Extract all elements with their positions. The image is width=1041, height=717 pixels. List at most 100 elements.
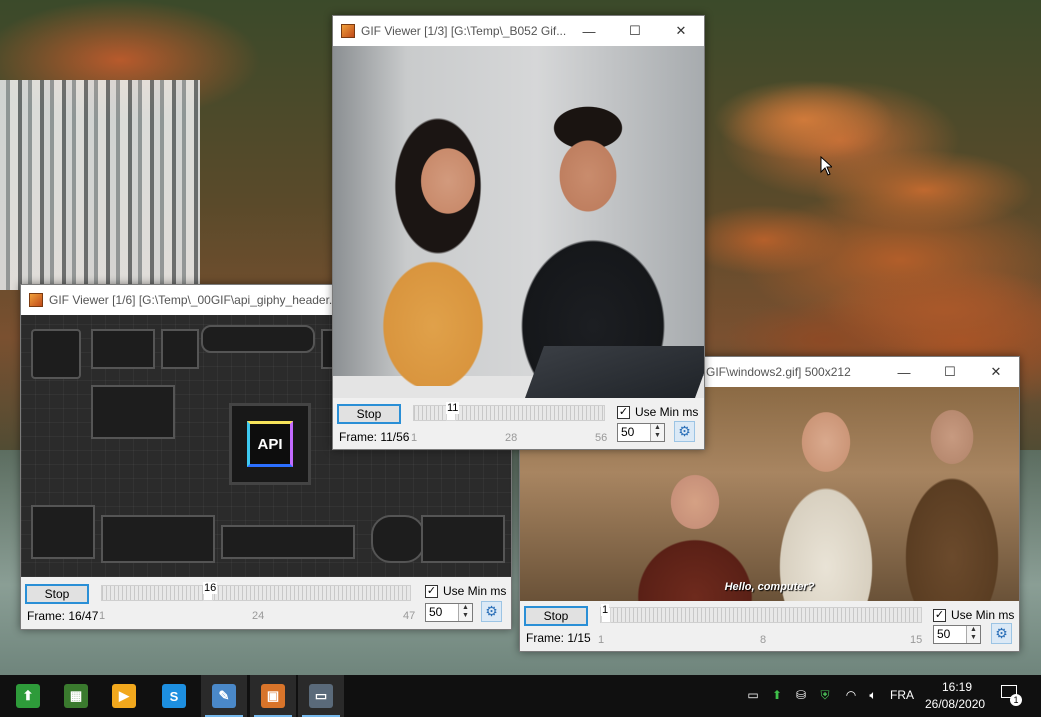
settings-gear-button[interactable]: ⚙: [481, 601, 502, 622]
mouse-cursor-icon: [820, 156, 832, 176]
notification-center-button[interactable]: 1: [1000, 684, 1022, 706]
slider-tick-max: 56: [595, 432, 608, 444]
upload-tray-icon[interactable]: ⬆: [768, 686, 786, 704]
min-ms-value: 50: [429, 605, 443, 619]
control-panel: Stop Frame: 16/47 16 1 24 47 ✓ Use Min m…: [21, 577, 511, 629]
min-ms-input[interactable]: 50 ▲ ▼: [933, 625, 981, 644]
gif-person: [483, 66, 703, 386]
taskbar-gif-viewer-app[interactable]: ▣: [250, 675, 296, 717]
taskbar-media-player-app[interactable]: ▶: [101, 675, 147, 717]
slider-tick-max: 47: [403, 610, 416, 622]
api-logo: API: [247, 421, 293, 467]
use-min-ms-checkbox[interactable]: ✓ Use Min ms: [933, 608, 1014, 622]
title-bar[interactable]: GIF Viewer [1/3] [G:\Temp\_B052 Gif... —…: [333, 16, 704, 46]
api-chip: API: [229, 403, 311, 485]
volume-tray-icon[interactable]: 🔈︎: [864, 686, 882, 704]
taskbar: ⬆ ▦ ▶ S ✎ ▣ ▭: [0, 675, 1041, 717]
grid-app-icon: ▦: [64, 684, 88, 708]
checkbox-box[interactable]: ✓: [425, 584, 438, 598]
slider-tick-min: 1: [99, 610, 106, 622]
settings-gear-button[interactable]: ⚙: [674, 421, 695, 442]
min-ms-input[interactable]: 50 ▲ ▼: [617, 423, 665, 442]
maximize-icon[interactable]: ☐: [612, 16, 658, 46]
slider-value: 11: [446, 402, 460, 414]
min-ms-value: 50: [621, 425, 635, 439]
checkbox-box[interactable]: ✓: [933, 608, 946, 622]
media-player-app-icon: ▶: [112, 684, 136, 708]
stop-button[interactable]: Stop: [524, 606, 588, 626]
window-title: GIF Viewer [1/3] [G:\Temp\_B052 Gif...: [361, 24, 566, 38]
gif-person: [615, 457, 765, 601]
wallpaper-waterfall: [0, 80, 200, 290]
maximize-icon[interactable]: ☐: [927, 357, 973, 387]
slider-value: 1: [601, 604, 610, 616]
minimize-icon[interactable]: —: [566, 16, 612, 46]
shield-tray-icon[interactable]: ⛨: [816, 686, 834, 704]
language-indicator[interactable]: FRA: [890, 688, 914, 702]
slider-tick-min: 1: [598, 634, 605, 646]
frame-slider[interactable]: 16: [101, 582, 411, 601]
circuit-chip: [421, 515, 505, 563]
settings-gear-button[interactable]: ⚙: [991, 623, 1012, 644]
use-min-ms-label: Use Min ms: [951, 608, 1015, 622]
taskbar-s-app[interactable]: S: [151, 675, 197, 717]
min-ms-input[interactable]: 50 ▲ ▼: [425, 603, 473, 622]
use-min-ms-label: Use Min ms: [635, 405, 699, 419]
gif-caption: Hello, computer?: [724, 581, 815, 593]
gear-icon: ⚙: [995, 625, 1008, 641]
use-min-ms-checkbox[interactable]: ✓ Use Min ms: [425, 584, 506, 598]
checkbox-box[interactable]: ✓: [617, 405, 630, 419]
use-min-ms-checkbox[interactable]: ✓ Use Min ms: [617, 405, 698, 419]
spinner-arrows-icon[interactable]: ▲ ▼: [458, 604, 472, 621]
spinner-arrows-icon[interactable]: ▲ ▼: [650, 424, 664, 441]
usb-tray-icon[interactable]: ⛁: [792, 686, 810, 704]
gif-viewer-window-center[interactable]: GIF Viewer [1/3] [G:\Temp\_B052 Gif... —…: [332, 15, 705, 450]
circuit-chip: [91, 329, 155, 369]
wallpaper-rocks: [704, 40, 1041, 380]
circuit-chip: [161, 329, 199, 369]
gear-icon: ⚙: [678, 423, 691, 439]
stop-button[interactable]: Stop: [337, 404, 401, 424]
circuit-chip: [371, 515, 425, 563]
window-title: GIF\windows2.gif] 500x212: [706, 365, 851, 379]
control-panel: Stop Frame: 11/56 11 1 28 56 ✓ Use Min m…: [333, 398, 704, 449]
clock-date[interactable]: 26/08/2020: [925, 697, 985, 711]
gif-person: [890, 387, 1019, 601]
spinner-arrows-icon[interactable]: ▲ ▼: [966, 626, 980, 643]
gif-canvas: [333, 46, 704, 398]
taskbar-green-up-arrow-app[interactable]: ⬆: [5, 675, 51, 717]
use-min-ms-label: Use Min ms: [443, 584, 507, 598]
gif-viewer-icon: [29, 293, 43, 307]
frame-slider[interactable]: 1: [600, 604, 922, 623]
slider-tick-min: 1: [411, 432, 418, 444]
circuit-chip: [91, 385, 175, 439]
stop-button[interactable]: Stop: [25, 584, 89, 604]
minimize-icon[interactable]: —: [881, 357, 927, 387]
clock-time[interactable]: 16:19: [942, 680, 972, 694]
control-panel: Stop Frame: 1/15 1 1 8 15 ✓ Use Min ms 5…: [520, 601, 1019, 651]
slider-value: 16: [203, 582, 218, 594]
green-up-arrow-app-icon: ⬆: [16, 684, 40, 708]
close-icon[interactable]: ✕: [973, 357, 1019, 387]
slider-tick-mid: 28: [505, 432, 518, 444]
close-icon[interactable]: ✕: [658, 16, 704, 46]
frame-counter: Frame: 16/47: [27, 609, 99, 623]
gif-person: [760, 397, 890, 601]
notification-count: 1: [1010, 694, 1022, 706]
gif-viewer-app-icon: ▣: [261, 684, 285, 708]
display-tray-icon[interactable]: ▭: [744, 686, 762, 704]
slider-tick-max: 15: [910, 634, 923, 646]
taskbar-display-app[interactable]: ▭: [298, 675, 344, 717]
gif-laptop: [522, 346, 704, 398]
wifi-tray-icon[interactable]: ◠: [842, 686, 860, 704]
slider-tick-mid: 24: [252, 610, 265, 622]
frame-slider[interactable]: 11: [413, 402, 605, 421]
circuit-chip: [101, 515, 215, 563]
s-app-icon: S: [162, 684, 186, 708]
gif-person: [353, 86, 503, 386]
circuit-chip: [31, 505, 95, 559]
frame-counter: Frame: 11/56: [339, 430, 410, 444]
frame-counter: Frame: 1/15: [526, 631, 591, 645]
taskbar-grid-app[interactable]: ▦: [53, 675, 99, 717]
taskbar-notepad-app[interactable]: ✎: [201, 675, 247, 717]
